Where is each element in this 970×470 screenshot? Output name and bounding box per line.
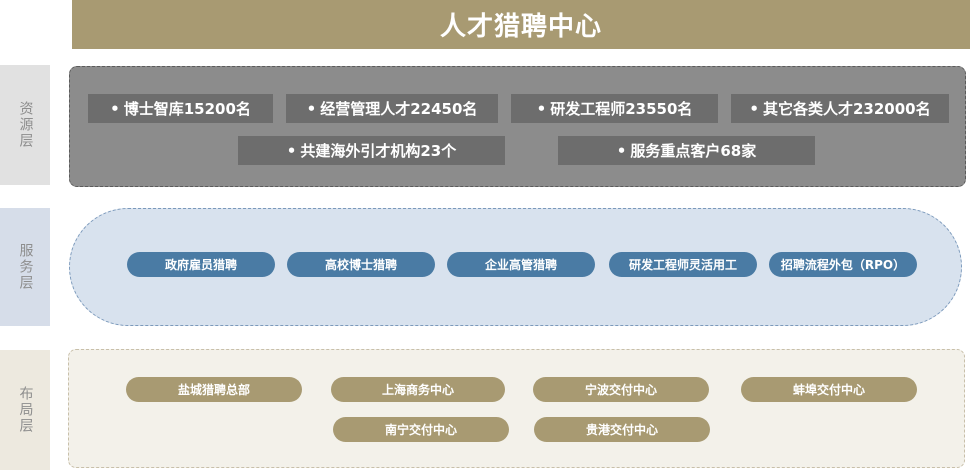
- resource-item: • 其它各类人才232000名: [731, 94, 949, 123]
- resource-item: • 博士智库15200名: [88, 94, 273, 123]
- resource-item: • 共建海外引才机构23个: [238, 136, 505, 165]
- service-item-pill: 高校博士猎聘: [287, 252, 435, 277]
- bullet-icon: •: [306, 99, 317, 118]
- resource-item-label: 博士智库15200名: [123, 100, 251, 118]
- layout-item-pill: 盐城猎聘总部: [126, 377, 302, 402]
- side-label-service: 服务层: [0, 208, 50, 326]
- layout-layer-panel: [68, 349, 965, 468]
- side-label-service-text: 服务层: [17, 243, 34, 291]
- service-item-pill: 企业高管猎聘: [447, 252, 595, 277]
- layout-item-pill: 宁波交付中心: [533, 377, 709, 402]
- side-label-resource: 资源层: [0, 65, 50, 185]
- resource-item-label: 共建海外引才机构23个: [300, 142, 457, 160]
- service-item-pill: 招聘流程外包（RPO）: [769, 252, 917, 277]
- layout-item-pill: 贵港交付中心: [534, 417, 710, 442]
- resource-item: • 服务重点客户68家: [558, 136, 815, 165]
- bullet-icon: •: [110, 99, 120, 118]
- resource-item-label: 其它各类人才232000名: [762, 100, 931, 118]
- side-label-layout: 布局层: [0, 350, 50, 470]
- side-label-resource-text: 资源层: [17, 101, 34, 149]
- resource-layer-panel: [69, 66, 966, 187]
- resource-item-label: 研发工程师23550名: [550, 100, 693, 118]
- bullet-icon: •: [616, 141, 627, 160]
- layout-item-pill: 蚌埠交付中心: [741, 377, 917, 402]
- layout-item-pill: 南宁交付中心: [333, 417, 509, 442]
- side-label-layout-text: 布局层: [17, 386, 34, 434]
- layout-item-pill: 上海商务中心: [331, 377, 505, 402]
- page-title: 人才猎聘中心: [72, 0, 970, 49]
- service-item-pill: 研发工程师灵活用工: [609, 252, 757, 277]
- resource-item-label: 服务重点客户68家: [630, 142, 757, 160]
- bullet-icon: •: [286, 141, 297, 160]
- resource-item-label: 经营管理人才22450名: [320, 100, 478, 118]
- service-item-pill: 政府雇员猎聘: [127, 252, 275, 277]
- bullet-icon: •: [536, 99, 547, 118]
- resource-item: • 经营管理人才22450名: [286, 94, 498, 123]
- resource-item: • 研发工程师23550名: [511, 94, 718, 123]
- bullet-icon: •: [749, 99, 759, 118]
